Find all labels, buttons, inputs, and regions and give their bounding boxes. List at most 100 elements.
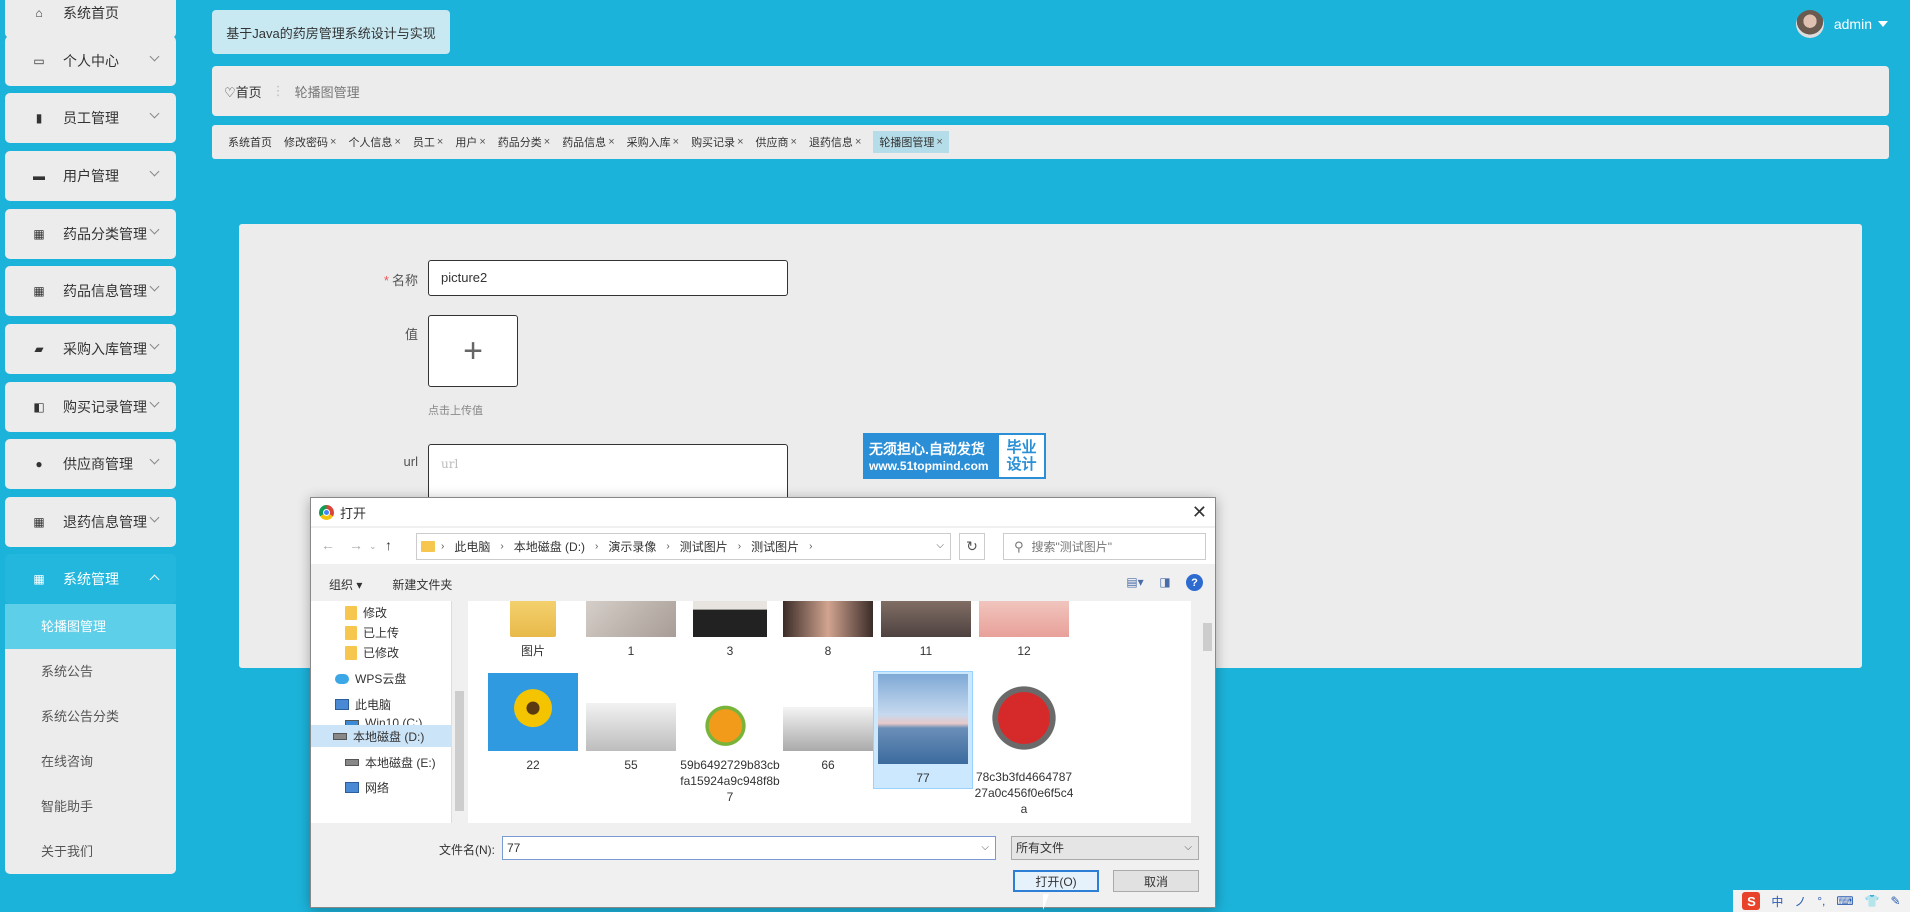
file-item[interactable]: 78c3b3fd466478727a0c456f0e6f5c4a bbox=[974, 673, 1074, 817]
file-item[interactable]: 1 bbox=[581, 601, 681, 659]
tree-item[interactable]: 已上传 bbox=[345, 624, 399, 641]
tab-close-icon[interactable]: × bbox=[437, 136, 443, 148]
sidebar-item[interactable]: ▦ 退药信息管理 bbox=[5, 497, 176, 547]
tab-close-icon[interactable]: × bbox=[394, 136, 400, 148]
tree-item[interactable]: 此电脑 bbox=[335, 696, 391, 713]
tab[interactable]: 药品分类 × bbox=[498, 131, 556, 153]
tree-item-selected[interactable]: 本地磁盘 (D:) bbox=[311, 725, 451, 747]
chevron-down-icon[interactable]: ⌵ bbox=[981, 837, 989, 859]
sidebar-item[interactable]: ◧ 购买记录管理 bbox=[5, 382, 176, 432]
moon-icon[interactable]: ノ bbox=[1794, 893, 1806, 910]
sidebar-item[interactable]: ▦ 系统管理 bbox=[5, 554, 176, 604]
submenu-item-about[interactable]: 关于我们 bbox=[5, 829, 176, 874]
ime-chinese-icon[interactable]: 中 bbox=[1771, 893, 1783, 910]
sogou-icon[interactable]: S bbox=[1742, 892, 1761, 910]
submenu-item-assistant[interactable]: 智能助手 bbox=[5, 784, 176, 829]
submenu-item-consult[interactable]: 在线咨询 bbox=[5, 739, 176, 784]
close-icon[interactable]: ✕ bbox=[1192, 502, 1207, 523]
file-item[interactable]: 3 bbox=[680, 601, 780, 659]
tab[interactable]: 员工 × bbox=[413, 131, 449, 153]
tab-close-icon[interactable]: × bbox=[608, 136, 614, 148]
file-item[interactable]: 11 bbox=[876, 601, 976, 659]
tab[interactable]: 购买记录 × bbox=[691, 131, 749, 153]
new-folder-button[interactable]: 新建文件夹 bbox=[392, 576, 452, 593]
back-icon[interactable]: ← bbox=[321, 537, 335, 553]
submenu-item-notice[interactable]: 系统公告 bbox=[5, 649, 176, 694]
view-mode-icon[interactable]: ▤▾ bbox=[1126, 575, 1144, 591]
organize-button[interactable]: 组织 ▾ bbox=[329, 576, 362, 593]
tree-scrollbar[interactable] bbox=[451, 601, 466, 823]
file-item[interactable]: 55 bbox=[581, 673, 681, 773]
tab[interactable]: 系统首页 bbox=[228, 131, 278, 153]
file-item[interactable]: 12 bbox=[974, 601, 1074, 659]
tab[interactable]: 轮播图管理 × bbox=[873, 131, 949, 153]
path-segment[interactable]: 此电脑 bbox=[454, 538, 490, 555]
tab-close-icon[interactable]: × bbox=[936, 136, 942, 148]
tab-close-icon[interactable]: × bbox=[330, 136, 336, 148]
path-segment[interactable]: 演示录像 bbox=[608, 538, 656, 555]
forward-icon[interactable]: → bbox=[349, 537, 363, 553]
file-item[interactable]: 59b6492729b83cbfa15924a9c948f8b7 bbox=[680, 673, 780, 805]
sidebar-item[interactable]: ▦ 药品分类管理 bbox=[5, 209, 176, 259]
name-input[interactable]: picture2 bbox=[428, 260, 788, 296]
submenu-item-carousel[interactable]: 轮播图管理 bbox=[5, 604, 176, 649]
filetype-select[interactable]: 所有文件 ⌵ bbox=[1011, 836, 1199, 860]
tree-item[interactable]: 网络 bbox=[345, 779, 389, 796]
file-list-scrollbar[interactable] bbox=[1200, 601, 1215, 823]
sidebar-item[interactable]: ▦ 药品信息管理 bbox=[5, 266, 176, 316]
chevron-down-icon[interactable]: ⌵ bbox=[936, 540, 944, 551]
tab[interactable]: 供应商 × bbox=[756, 131, 803, 153]
tool-icon[interactable]: ✎ bbox=[1890, 894, 1900, 908]
path-segment[interactable]: 测试图片 bbox=[680, 538, 728, 555]
cancel-button[interactable]: 取消 bbox=[1113, 870, 1199, 892]
file-item[interactable]: 8 bbox=[778, 601, 878, 659]
tab[interactable]: 采购入库 × bbox=[627, 131, 685, 153]
upload-button[interactable]: + bbox=[428, 315, 518, 387]
tab-close-icon[interactable]: × bbox=[673, 136, 679, 148]
file-item-selected[interactable]: 77 bbox=[873, 671, 973, 789]
tab-close-icon[interactable]: × bbox=[855, 136, 861, 148]
punctuation-icon[interactable]: °, bbox=[1817, 894, 1825, 908]
sidebar-item[interactable]: ▬ 用户管理 bbox=[5, 151, 176, 201]
submenu-item-notice-category[interactable]: 系统公告分类 bbox=[5, 694, 176, 739]
tab-close-icon[interactable]: × bbox=[737, 136, 743, 148]
file-item[interactable]: 22 bbox=[483, 673, 583, 773]
tab[interactable]: 退药信息 × bbox=[809, 131, 867, 153]
tree-item[interactable]: WPS云盘 bbox=[335, 670, 406, 687]
grid-icon: ▦ bbox=[33, 227, 45, 241]
path-segment[interactable]: 本地磁盘 (D:) bbox=[514, 538, 585, 555]
user-menu[interactable]: admin bbox=[1795, 10, 1888, 38]
tab-close-icon[interactable]: × bbox=[544, 136, 550, 148]
tab[interactable]: 个人信息 × bbox=[348, 131, 406, 153]
up-icon[interactable]: ↑ bbox=[385, 537, 392, 553]
sidebar-item[interactable]: ▮ 员工管理 bbox=[5, 93, 176, 143]
url-input[interactable]: url bbox=[428, 444, 788, 504]
preview-pane-icon[interactable]: ◨ bbox=[1156, 575, 1174, 591]
search-input[interactable]: ⚲ 搜索"测试图片" bbox=[1003, 533, 1206, 560]
skin-icon[interactable]: 👕 bbox=[1865, 894, 1880, 908]
recent-dropdown-icon[interactable]: ⌄ bbox=[369, 541, 377, 552]
path-segment[interactable]: 测试图片 bbox=[751, 538, 799, 555]
sidebar-item[interactable]: ▭ 个人中心 bbox=[5, 36, 176, 86]
tab[interactable]: 药品信息 × bbox=[562, 131, 620, 153]
keyboard-icon[interactable]: ⌨ bbox=[1836, 894, 1853, 908]
tab[interactable]: 用户 × bbox=[455, 131, 491, 153]
help-icon[interactable]: ? bbox=[1186, 574, 1203, 591]
file-item[interactable]: 66 bbox=[778, 673, 878, 773]
tab-close-icon[interactable]: × bbox=[479, 136, 485, 148]
tab-close-icon[interactable]: × bbox=[791, 136, 797, 148]
tree-item[interactable]: 修改 bbox=[345, 604, 387, 621]
chevron-icon bbox=[149, 166, 160, 177]
file-item[interactable]: 图片 bbox=[483, 601, 583, 659]
sidebar-item[interactable]: ⌂ 系统首页 bbox=[5, 0, 176, 38]
sidebar-item[interactable]: ● 供应商管理 bbox=[5, 439, 176, 489]
refresh-button[interactable]: ↻ bbox=[959, 533, 985, 560]
open-button[interactable]: 打开(O) bbox=[1013, 870, 1099, 892]
sidebar-item[interactable]: ▰ 采购入库管理 bbox=[5, 324, 176, 374]
filename-input[interactable]: 77 ⌵ bbox=[502, 836, 996, 860]
address-bar[interactable]: › 此电脑 › 本地磁盘 (D:) › 演示录像 › 测试图片 › 测试图片 ›… bbox=[416, 533, 951, 560]
tab[interactable]: 修改密码 × bbox=[284, 131, 342, 153]
breadcrumb-home[interactable]: ♡首页 bbox=[224, 82, 262, 101]
tree-item[interactable]: 本地磁盘 (E:) bbox=[345, 754, 436, 771]
tree-item[interactable]: 已修改 bbox=[345, 644, 399, 661]
